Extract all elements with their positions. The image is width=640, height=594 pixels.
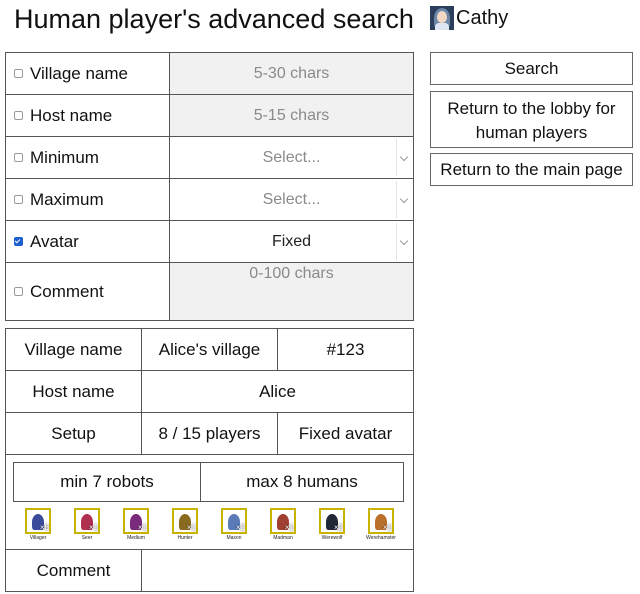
- minimum-checkbox[interactable]: [14, 153, 23, 162]
- madman-icon: ×1: [270, 508, 296, 534]
- comment-label: Comment: [30, 281, 104, 301]
- role-seer: ×1 Seer: [70, 508, 104, 542]
- chevron-down-icon: [399, 152, 409, 161]
- preview-players: 8 / 15 players: [141, 412, 278, 455]
- hunter-icon: ×1: [172, 508, 198, 534]
- role-werehamster: ×1 Werehamster: [364, 508, 398, 542]
- preview-row-composition: min 7 robots max 8 humans ×6 Villager ×1…: [5, 454, 414, 550]
- return-main-button[interactable]: Return to the main page: [430, 153, 633, 186]
- min-robots: min 7 robots: [13, 462, 201, 502]
- preview-host-name: Alice: [141, 370, 414, 413]
- avatar-select-value: Fixed: [271, 232, 312, 250]
- maximum-checkbox[interactable]: [14, 195, 23, 204]
- maximum-label: Maximum: [30, 189, 104, 209]
- page-title: Human player's advanced search: [14, 4, 414, 34]
- mason-icon: ×2: [221, 508, 247, 534]
- minimum-label: Minimum: [30, 147, 99, 167]
- maximum-select-value: Select...: [262, 190, 321, 208]
- village-name-checkbox[interactable]: [14, 69, 23, 78]
- minimum-select[interactable]: Select...: [169, 136, 414, 179]
- search-form: Village name 5-30 chars Host name 5-15 c…: [5, 52, 414, 321]
- host-name-checkbox[interactable]: [14, 111, 23, 120]
- player-limits: min 7 robots max 8 humans: [13, 462, 404, 502]
- user-badge[interactable]: Cathy: [430, 6, 508, 30]
- avatar-label: Avatar: [30, 231, 79, 251]
- preview-row-host: Host name Alice: [5, 370, 414, 413]
- user-name: Cathy: [456, 6, 509, 29]
- chevron-down-icon: [399, 194, 409, 203]
- form-row-comment: Comment 0-100 chars: [5, 262, 414, 321]
- role-mason: ×2 Mason: [217, 508, 251, 542]
- form-row-host-name: Host name 5-15 chars: [5, 94, 414, 137]
- form-row-avatar: Avatar Fixed: [5, 220, 414, 263]
- preview-comment-value: [141, 549, 414, 592]
- user-avatar: [430, 6, 454, 30]
- form-row-minimum: Minimum Select...: [5, 136, 414, 179]
- maximum-select[interactable]: Select...: [169, 178, 414, 221]
- preview-avatar-mode: Fixed avatar: [277, 412, 414, 455]
- minimum-select-value: Select...: [262, 148, 321, 166]
- role-werewolf: ×2 Werewolf: [315, 508, 349, 542]
- preview-village-number: #123: [277, 328, 414, 371]
- avatar-checkbox[interactable]: [14, 237, 23, 246]
- villager-icon: ×6: [25, 508, 51, 534]
- preview-row-comment: Comment: [5, 549, 414, 592]
- werehamster-icon: ×1: [368, 508, 394, 534]
- max-humans: max 8 humans: [200, 462, 404, 502]
- role-hunter: ×1 Hunter: [168, 508, 202, 542]
- village-name-input[interactable]: 5-30 chars: [169, 52, 414, 95]
- comment-checkbox[interactable]: [14, 287, 23, 296]
- role-medium: ×1 Medium: [119, 508, 153, 542]
- return-lobby-button[interactable]: Return to the lobby for human players: [430, 91, 633, 148]
- search-button[interactable]: Search: [430, 52, 633, 85]
- preview-host-label: Host name: [5, 370, 142, 413]
- village-name-label: Village name: [30, 63, 128, 83]
- preview-setup-label: Setup: [5, 412, 142, 455]
- form-row-village-name: Village name 5-30 chars: [5, 52, 414, 95]
- role-list: ×6 Villager ×1 Seer ×1 Medium ×1 Hunter …: [13, 502, 406, 547]
- chevron-down-icon: [399, 236, 409, 245]
- preview-village-label: Village name: [5, 328, 142, 371]
- comment-textarea[interactable]: 0-100 chars: [169, 262, 414, 321]
- form-row-maximum: Maximum Select...: [5, 178, 414, 221]
- werewolf-icon: ×2: [319, 508, 345, 534]
- role-villager: ×6 Villager: [21, 508, 55, 542]
- host-name-label: Host name: [30, 105, 113, 125]
- host-name-input[interactable]: 5-15 chars: [169, 94, 414, 137]
- medium-icon: ×1: [123, 508, 149, 534]
- preview-village-name: Alice's village: [141, 328, 278, 371]
- role-madman: ×1 Madman: [266, 508, 300, 542]
- seer-icon: ×1: [74, 508, 100, 534]
- preview-comment-label: Comment: [5, 549, 142, 592]
- preview-row-village: Village name Alice's village #123: [5, 328, 414, 371]
- village-preview: Village name Alice's village #123 Host n…: [5, 328, 414, 592]
- preview-row-setup: Setup 8 / 15 players Fixed avatar: [5, 412, 414, 455]
- avatar-select[interactable]: Fixed: [169, 220, 414, 263]
